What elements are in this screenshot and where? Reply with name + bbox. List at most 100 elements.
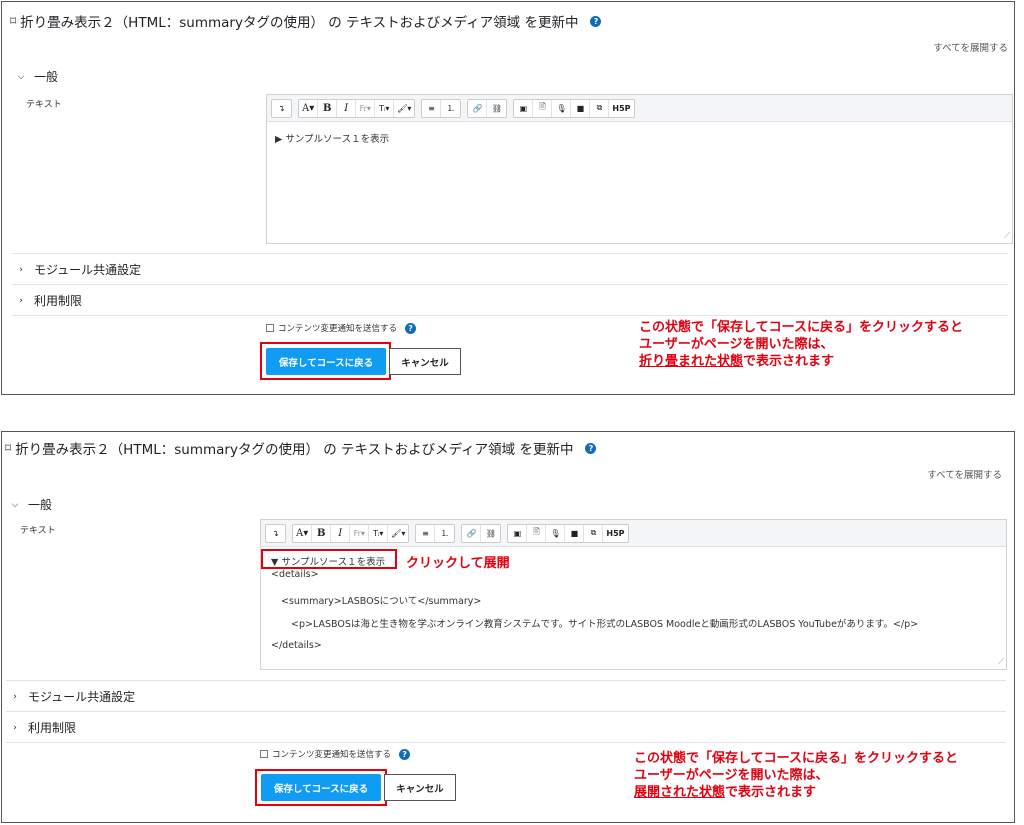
chevron-down-icon: ⌵ xyxy=(11,499,19,510)
notify-checkbox-row[interactable]: コンテンツ変更通知を送信する ? xyxy=(260,748,411,760)
italic-button[interactable]: I xyxy=(331,524,351,542)
resize-handle-icon[interactable]: ⟋ xyxy=(1004,231,1010,241)
bold-button[interactable]: B xyxy=(312,524,332,542)
annotation-line-1: この状態で「保存してコースに戻る」をクリックすると xyxy=(639,320,963,335)
notify-checkbox-row[interactable]: コンテンツ変更通知を送信する ? xyxy=(266,322,417,334)
toolbar-toggle-button[interactable]: ↴ xyxy=(272,100,291,117)
annotation-line-2: ユーザーがページを開いた際は、 xyxy=(639,337,834,352)
code-line-paragraph: <p>LASBOSは海と生き物を学ぶオンライン教育システムです。サイト形式のLA… xyxy=(291,619,919,630)
notify-checkbox[interactable] xyxy=(260,750,268,758)
divider xyxy=(6,742,1006,743)
help-icon[interactable]: ? xyxy=(399,748,411,760)
help-icon[interactable]: ? xyxy=(590,15,602,27)
link-icon[interactable]: 🔗 xyxy=(462,524,482,542)
video-camera-icon[interactable]: ■ xyxy=(565,524,585,542)
annotation-note: この状態で「保存してコースに戻る」をクリックすると ユーザーがページを開いた際は… xyxy=(639,319,963,370)
italic-button[interactable]: I xyxy=(337,99,357,117)
bold-button[interactable]: B xyxy=(318,99,338,117)
chevron-down-icon: ⌵ xyxy=(17,71,25,82)
page-title: ⌑ 折り畳み表示２（HTML：summaryタグの使用） の テキストおよびメデ… xyxy=(10,11,602,31)
expand-all-link[interactable]: すべてを展開する xyxy=(927,467,1002,481)
copy-icon[interactable]: ⧉ xyxy=(590,99,610,117)
expand-all-link[interactable]: すべてを展開する xyxy=(933,40,1008,54)
h5p-icon[interactable]: H5P xyxy=(603,525,627,542)
ordered-list-icon[interactable]: ⒈ xyxy=(435,525,454,542)
content-summary-line[interactable]: ▶ サンプルソース１を表示 xyxy=(275,131,389,145)
page-module-icon: ⌑ xyxy=(5,441,12,455)
toolbar-group-media: ▣ 🖹 🎙 ■ ⧉ H5P xyxy=(513,98,635,118)
microphone-icon[interactable]: 🎙 xyxy=(546,524,566,542)
annotation-rest: で表示されます xyxy=(725,785,817,800)
section-general-label: 一般 xyxy=(34,70,59,84)
image-icon[interactable]: ▣ xyxy=(508,524,528,542)
media-file-icon[interactable]: 🖹 xyxy=(527,524,547,542)
h5p-icon[interactable]: H5P xyxy=(609,100,633,117)
font-color-button[interactable]: A▾ xyxy=(299,99,319,117)
help-icon[interactable]: ? xyxy=(585,442,597,454)
section-restrict-label: 利用制限 xyxy=(28,721,77,735)
unlink-icon[interactable]: ⛓ xyxy=(481,525,500,542)
ordered-list-icon[interactable]: ⒈ xyxy=(441,100,460,117)
editor-toolbar: ↴ A▾ B I Fr▾ Tᵢ▾ 🖌▾ ≡ ⒈ 🔗 ⛓ ▣ 🖹 🎙 ■ ⧉ H5… xyxy=(261,520,1006,547)
field-label-text: テキスト xyxy=(26,100,62,110)
font-family-button[interactable]: Fr▾ xyxy=(350,524,370,542)
annotation-line-1: この状態で「保存してコースに戻る」をクリックすると xyxy=(634,751,958,766)
media-file-icon[interactable]: 🖹 xyxy=(533,99,553,117)
font-family-button[interactable]: Fr▾ xyxy=(356,99,376,117)
toolbar-group-format: A▾ B I Fr▾ Tᵢ▾ 🖌▾ xyxy=(292,523,410,543)
video-camera-icon[interactable]: ■ xyxy=(571,99,591,117)
divider xyxy=(12,284,1008,285)
page-module-icon: ⌑ xyxy=(10,14,17,28)
section-restrict-header[interactable]: › 利用制限 xyxy=(16,292,82,309)
annotation-line-3: 折り畳まれた状態で表示されます xyxy=(639,353,963,370)
brush-icon[interactable]: 🖌▾ xyxy=(394,100,414,117)
cancel-button[interactable]: キャンセル xyxy=(384,774,456,801)
toolbar-group-collapse: ↴ xyxy=(271,98,292,118)
panel-collapsed-state: ⌑ 折り畳み表示２（HTML：summaryタグの使用） の テキストおよびメデ… xyxy=(1,1,1015,395)
toolbar-group-links: 🔗 ⛓ xyxy=(461,523,502,543)
section-general-header[interactable]: ⌵ 一般 xyxy=(10,496,52,513)
code-line-details-open: <details> xyxy=(271,569,319,580)
editor-toolbar: ↴ A▾ B I Fr▾ Tᵢ▾ 🖌▾ ≡ ⒈ 🔗 ⛓ ▣ 🖹 🎙 ■ ⧉ H5… xyxy=(267,95,1012,122)
text-editor[interactable]: ↴ A▾ B I Fr▾ Tᵢ▾ 🖌▾ ≡ ⒈ 🔗 ⛓ ▣ 🖹 🎙 ■ ⧉ H5… xyxy=(266,94,1013,244)
toolbar-toggle-button[interactable]: ↴ xyxy=(266,525,285,542)
section-restrict-header[interactable]: › 利用制限 xyxy=(10,719,76,736)
save-return-button[interactable]: 保存してコースに戻る xyxy=(261,774,381,801)
notify-label: コンテンツ変更通知を送信する xyxy=(278,324,398,334)
toolbar-group-media: ▣ 🖹 🎙 ■ ⧉ H5P xyxy=(507,523,629,543)
section-general-label: 一般 xyxy=(28,498,53,512)
section-common-header[interactable]: › モジュール共通設定 xyxy=(10,688,135,705)
page-title-text: 折り畳み表示２（HTML：summaryタグの使用） の テキストおよびメディア… xyxy=(20,15,579,31)
copy-icon[interactable]: ⧉ xyxy=(584,524,604,542)
highlight-box xyxy=(261,549,397,569)
page-title: ⌑ 折り畳み表示２（HTML：summaryタグの使用） の テキストおよびメデ… xyxy=(5,438,597,458)
link-icon[interactable]: 🔗 xyxy=(468,99,488,117)
save-return-button[interactable]: 保存してコースに戻る xyxy=(266,348,386,375)
section-general-header[interactable]: ⌵ 一般 xyxy=(16,68,58,85)
font-color-button[interactable]: A▾ xyxy=(293,524,313,542)
unordered-list-icon[interactable]: ≡ xyxy=(416,524,436,542)
section-common-header[interactable]: › モジュール共通設定 xyxy=(16,261,141,278)
text-editor[interactable]: ↴ A▾ B I Fr▾ Tᵢ▾ 🖌▾ ≡ ⒈ 🔗 ⛓ ▣ 🖹 🎙 ■ ⧉ H5… xyxy=(260,519,1007,670)
image-icon[interactable]: ▣ xyxy=(514,99,534,117)
toolbar-group-lists: ≡ ⒈ xyxy=(421,98,462,118)
panel-expanded-state: ⌑ 折り畳み表示２（HTML：summaryタグの使用） の テキストおよびメデ… xyxy=(1,431,1015,823)
brush-icon[interactable]: 🖌▾ xyxy=(388,525,408,542)
resize-handle-icon[interactable]: ⟋ xyxy=(998,657,1004,667)
chevron-right-icon: › xyxy=(13,722,17,733)
section-common-label: モジュール共通設定 xyxy=(34,263,142,277)
divider xyxy=(6,711,1006,712)
annotation-underlined: 展開された状態 xyxy=(634,785,726,800)
annotation-underlined: 折り畳まれた状態 xyxy=(639,354,744,369)
notify-checkbox[interactable] xyxy=(266,324,274,332)
cancel-button[interactable]: キャンセル xyxy=(389,348,461,375)
chevron-right-icon: › xyxy=(19,295,23,306)
font-size-button[interactable]: Tᵢ▾ xyxy=(375,99,395,117)
help-icon[interactable]: ? xyxy=(405,322,417,334)
unordered-list-icon[interactable]: ≡ xyxy=(422,99,442,117)
microphone-icon[interactable]: 🎙 xyxy=(552,99,572,117)
toolbar-group-format: A▾ B I Fr▾ Tᵢ▾ 🖌▾ xyxy=(298,98,416,118)
font-size-button[interactable]: Tᵢ▾ xyxy=(369,524,389,542)
toolbar-group-links: 🔗 ⛓ xyxy=(467,98,508,118)
unlink-icon[interactable]: ⛓ xyxy=(487,100,506,117)
